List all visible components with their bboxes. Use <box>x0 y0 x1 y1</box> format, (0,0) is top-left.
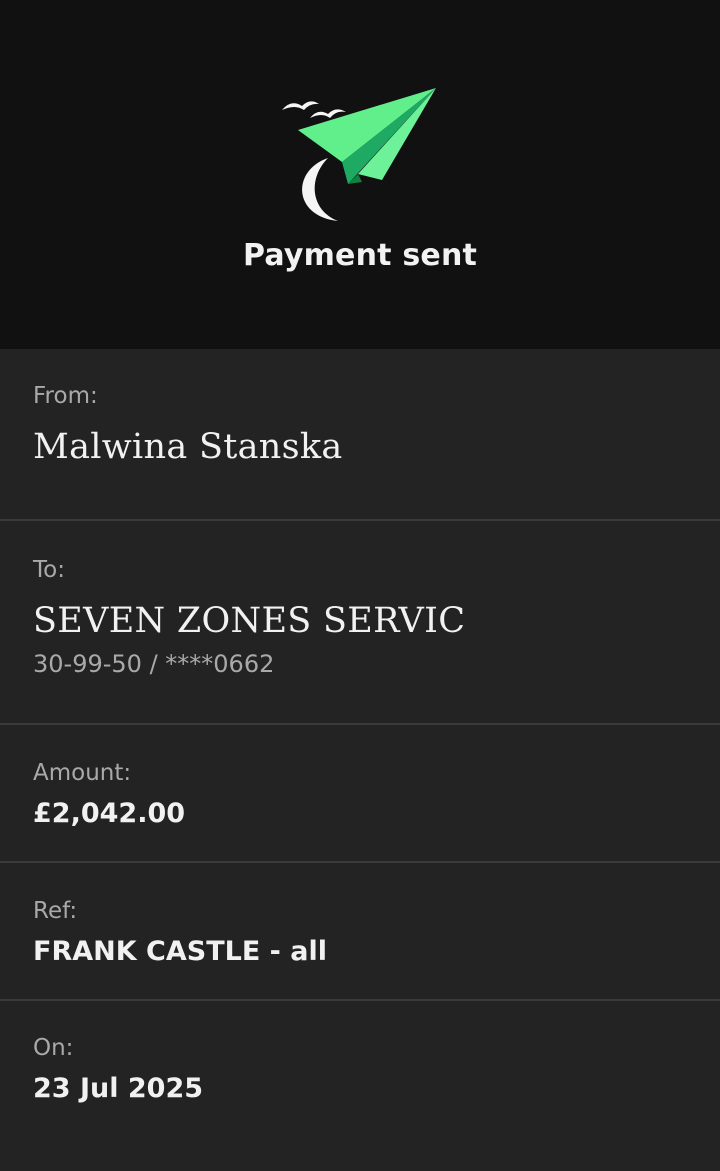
amount-label: Amount: <box>33 760 132 786</box>
ref-label: Ref: <box>33 898 78 924</box>
payment-details: From: Malwina Stanska To: SEVEN ZONES SE… <box>0 349 720 1171</box>
page-title: Payment sent <box>242 238 478 273</box>
to-value: SEVEN ZONES SERVIC <box>33 601 466 641</box>
payment-header: Payment sent <box>0 0 720 349</box>
paper-plane-icon <box>282 88 436 221</box>
to-row: To: SEVEN ZONES SERVIC 30-99-50 / ****06… <box>0 521 720 725</box>
from-row: From: Malwina Stanska <box>0 349 720 521</box>
to-account: 30-99-50 / ****0662 <box>33 650 275 678</box>
from-label: From: <box>33 383 98 409</box>
on-value: 23 Jul 2025 <box>33 1073 204 1104</box>
amount-value: £2,042.00 <box>33 798 186 829</box>
ref-value: FRANK CASTLE - all <box>33 936 328 967</box>
from-value: Malwina Stanska <box>33 427 343 467</box>
to-label: To: <box>33 557 65 583</box>
on-label: On: <box>33 1035 74 1061</box>
on-row: On: 23 Jul 2025 <box>0 1001 720 1171</box>
amount-row: Amount: £2,042.00 <box>0 725 720 863</box>
ref-row: Ref: FRANK CASTLE - all <box>0 863 720 1001</box>
